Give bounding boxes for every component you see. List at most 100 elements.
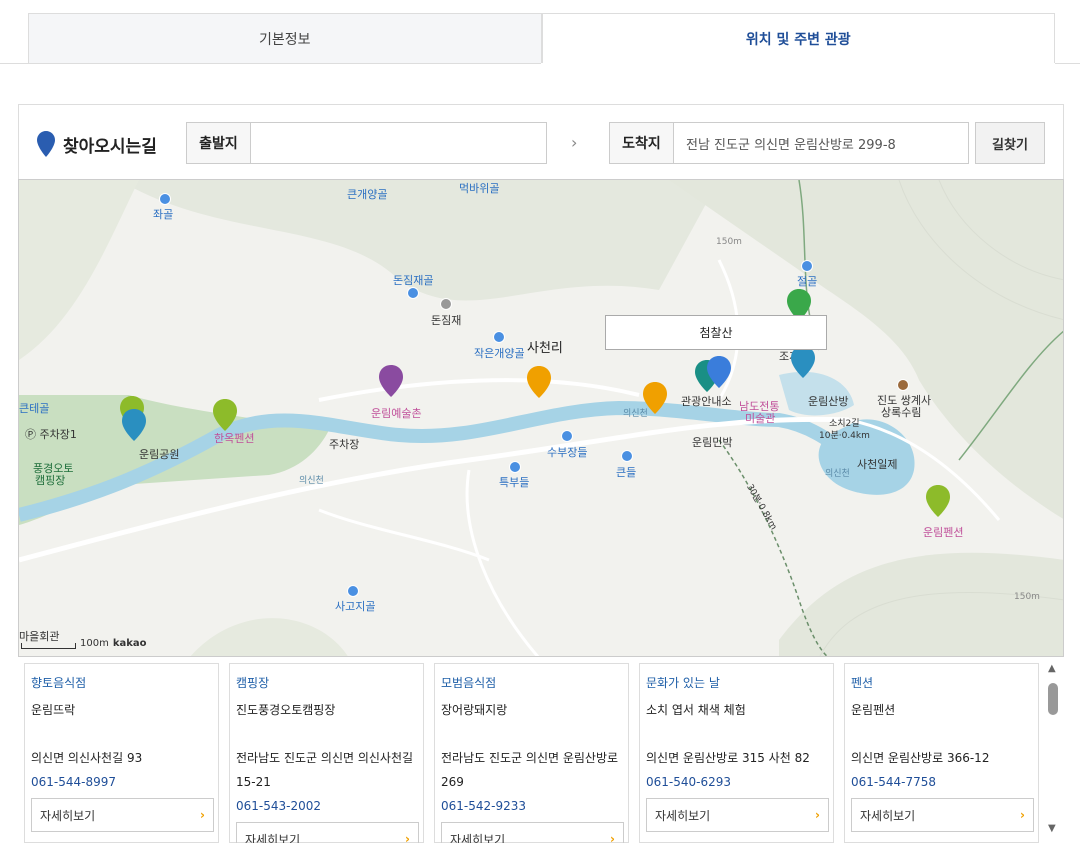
tab-bar: 기본정보 위치 및 주변 관광 [28, 13, 1055, 64]
card-category: 문화가 있는 날 [646, 676, 720, 690]
card-address: 의신면 의신사천길 93 [31, 751, 143, 765]
map-label: 돈짐재골 [393, 274, 434, 287]
tab-basic-info[interactable]: 기본정보 [28, 13, 542, 64]
map-label: 한옥펜션 [214, 432, 255, 445]
card-phone: 061-544-8997 [31, 775, 117, 789]
map-label: 운림산방 [808, 395, 849, 408]
map-label: 수부장들 [547, 446, 588, 459]
route-title: 찾아오시는길 [37, 131, 157, 157]
map-label: 미술관 [745, 412, 776, 425]
place-icon [159, 193, 171, 205]
map-label: Ⓟ 주차장1 [25, 428, 77, 441]
details-button[interactable]: 자세히보기 › [236, 822, 419, 843]
destination-input[interactable]: 전남 진도군 의신면 운림산방로 299-8 [674, 134, 968, 153]
chevron-right-icon: › [1020, 808, 1025, 822]
card-name: 운림펜션 [851, 703, 896, 717]
place-icon [440, 298, 452, 310]
card-phone: 061-543-2002 [236, 799, 322, 813]
place-card[interactable]: 문화가 있는 날 소치 엽서 채색 체험 의신면 운림산방로 315 사천 82… [639, 663, 834, 843]
map-label: 의신천 [299, 476, 324, 486]
chevron-right-icon: › [571, 133, 578, 152]
map-label: 돈짐재 [431, 314, 462, 327]
map-view[interactable]: 큰개양골 먹바위골 좌골 돈짐재골 돈짐재 작은개양골 사천리 절골 150m … [18, 179, 1064, 657]
card-category: 펜션 [851, 676, 874, 690]
restaurant-marker-icon[interactable] [643, 382, 667, 414]
map-label: 주차장 [329, 438, 360, 451]
tab-location[interactable]: 위치 및 주변 관광 [541, 13, 1055, 64]
card-phone: 061-544-7758 [851, 775, 937, 789]
place-card[interactable]: 캠핑장 진도풍경오토캠핑장 전라남도 진도군 의신면 의신사천길 15-21 0… [229, 663, 424, 843]
culture-marker-icon[interactable] [791, 346, 815, 378]
scroll-down-icon[interactable]: ▼ [1048, 823, 1056, 834]
map-label: 의신천 [825, 469, 850, 479]
map-label: 사고지골 [335, 600, 376, 613]
place-icon [801, 260, 813, 272]
map-label: 사천리 [527, 341, 563, 356]
card-name: 소치 엽서 채색 체험 [646, 703, 746, 717]
place-card[interactable]: 펜션 운림펜션 의신면 운림산방로 366-12 061-544-7758 자세… [844, 663, 1039, 843]
chevron-right-icon: › [815, 808, 820, 822]
chevron-right-icon: › [200, 808, 205, 822]
nearby-list: 향토음식점 운림뜨락 의신면 의신사천길 93 061-544-8997 자세히… [24, 663, 1042, 843]
card-category: 모범음식점 [441, 676, 497, 690]
place-icon [509, 461, 521, 473]
art-village-marker-icon[interactable] [379, 365, 403, 397]
map-label: 캠핑장 [35, 474, 66, 487]
route-bar: 찾아오시는길 출발지 › 도착지 전남 진도군 의신면 운림산방로 299-8 … [18, 104, 1064, 180]
card-name: 장어랑돼지랑 [441, 703, 508, 717]
place-icon [897, 379, 909, 391]
map-scale: 100m kakao [21, 638, 147, 649]
place-card[interactable]: 향토음식점 운림뜨락 의신면 의신사천길 93 061-544-8997 자세히… [24, 663, 219, 843]
card-address: 의신면 운림산방로 315 사천 82 [646, 751, 810, 765]
card-name: 진도풍경오토캠핑장 [236, 703, 336, 717]
map-label: 운림공원 [139, 448, 180, 461]
origin-label: 출발지 [187, 123, 251, 163]
map-label: 10분·0.4km [819, 431, 870, 441]
details-button[interactable]: 자세히보기 › [851, 798, 1034, 832]
place-icon [407, 287, 419, 299]
map-label: 특부들 [499, 476, 530, 489]
place-icon [347, 585, 359, 597]
lodging-marker-icon[interactable] [926, 485, 950, 517]
details-button[interactable]: 자세히보기 › [646, 798, 829, 832]
card-address: 전라남도 진도군 의신면 의신사천길 15-21 [236, 751, 414, 789]
details-button[interactable]: 자세히보기 › [31, 798, 214, 832]
card-phone: 061-540-6293 [646, 775, 732, 789]
card-phone: 061-542-9233 [441, 799, 527, 813]
map-label: 큰테골 [19, 402, 50, 415]
lodging-marker-icon[interactable] [213, 399, 237, 431]
location-pin-icon [37, 131, 55, 157]
details-button[interactable]: 자세히보기 › [441, 822, 624, 843]
map-label: 운림펜션 [923, 526, 964, 539]
map-label: 150m [1014, 592, 1040, 602]
place-icon [493, 331, 505, 343]
kakao-logo: kakao [112, 638, 147, 649]
find-route-button[interactable]: 길찾기 [975, 122, 1045, 164]
map-label: 관광안내소 [681, 395, 732, 408]
card-category: 캠핑장 [236, 676, 270, 690]
map-label: 운림예술촌 [371, 407, 422, 420]
chevron-right-icon: › [405, 832, 410, 843]
card-address: 의신면 운림산방로 366-12 [851, 751, 990, 765]
map-label: 먹바위골 [459, 182, 500, 195]
map-label: 큰개양골 [347, 188, 388, 201]
scrollbar[interactable]: ▲ ▼ [1046, 663, 1060, 838]
map-label: 절골 [797, 275, 818, 288]
destination-field[interactable]: 도착지 전남 진도군 의신면 운림산방로 299-8 [609, 122, 969, 164]
location-marker-icon[interactable] [707, 356, 731, 388]
place-icon [621, 450, 633, 462]
scroll-up-icon[interactable]: ▲ [1048, 663, 1056, 674]
place-card[interactable]: 모범음식점 장어랑돼지랑 전라남도 진도군 의신면 운림산방로 269 061-… [434, 663, 629, 843]
destination-label: 도착지 [610, 123, 674, 163]
map-label: 사천일제 [857, 458, 898, 471]
map-label: 상록수림 [881, 406, 922, 419]
restaurant-marker-icon[interactable] [527, 366, 551, 398]
card-address: 전라남도 진도군 의신면 운림산방로 269 [441, 751, 619, 789]
scroll-thumb[interactable] [1048, 683, 1058, 715]
route-title-text: 찾아오시는길 [63, 136, 157, 157]
map-popup: 첨찰산 [605, 315, 827, 350]
map-label: 큰들 [616, 466, 637, 479]
card-name: 운림뜨락 [31, 703, 76, 717]
origin-field[interactable]: 출발지 [186, 122, 547, 164]
culture-marker-icon[interactable] [122, 409, 146, 441]
